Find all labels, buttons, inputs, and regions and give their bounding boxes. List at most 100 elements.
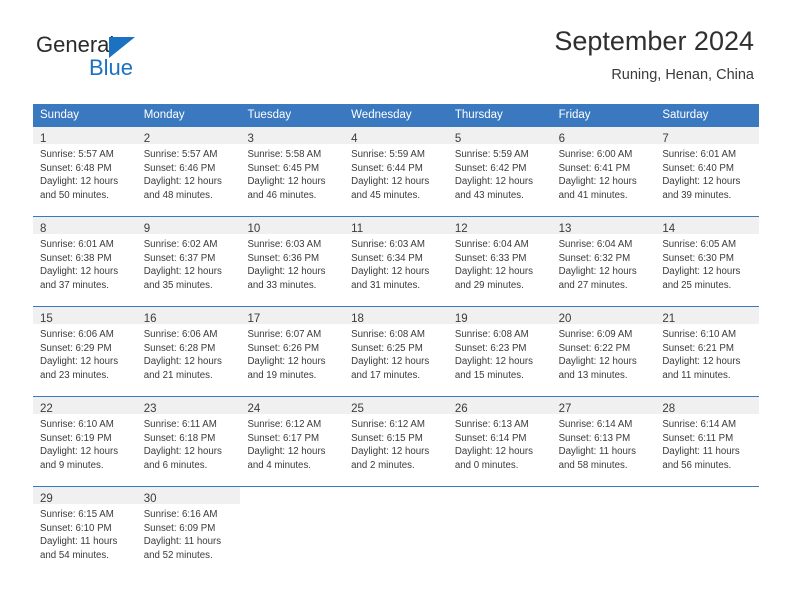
day-detail-line: Sunrise: 6:06 AM — [40, 329, 114, 340]
day-detail-line: Daylight: 12 hours — [247, 266, 326, 278]
day-of-week-header-wednesday: Wednesday — [351, 109, 412, 121]
calendar-day-cell[interactable]: 12 Sunrise: 6:04 AM Sunset: 6:33 PM Dayligh… — [447, 217, 552, 306]
day-detail-line: Sunset: 6:45 PM — [247, 162, 320, 174]
day-detail-line: Sunset: 6:23 PM — [454, 342, 527, 354]
calendar-day-cell[interactable]: 1 Sunrise: 5:57 AM Sunset: 6:48 PM Daylight… — [33, 127, 137, 216]
page-header: General Blue September 2024 Runing, Hena… — [0, 24, 792, 94]
calendar-day-cell[interactable]: 23 Sunrise: 6:11 AM Sunset: 6:18 PM Dayligh… — [136, 397, 241, 486]
calendar-day-cell[interactable]: 19 Sunrise: 6:08 AM Sunset: 6:23 PM Dayligh… — [447, 307, 552, 396]
calendar-day-cell[interactable]: 28 Sunrise: 6:14 AM Sunset: 6:11 PM Dayligh… — [655, 397, 760, 486]
day-details: Sunrise: 6:06 AM Sunset: 6:28 PM Daylight:… — [137, 324, 241, 382]
calendar-week-row: 22 Sunrise: 6:10 AM Sunset: 6:19 PM Dayligh… — [33, 396, 760, 486]
day-detail-line: and 33 minutes. — [247, 279, 317, 291]
day-detail-line: Daylight: 11 hours — [558, 446, 636, 458]
calendar-day-cell-empty — [344, 487, 448, 576]
day-number: 5 — [454, 133, 462, 145]
day-detail-line: and 15 minutes. — [454, 369, 524, 381]
day-detail-line: and 58 minutes. — [558, 459, 628, 471]
calendar-day-cell[interactable]: 27 Sunrise: 6:14 AM Sunset: 6:13 PM Dayligh… — [551, 397, 656, 486]
calendar-day-cell[interactable]: 18 Sunrise: 6:08 AM Sunset: 6:25 PM Dayligh… — [344, 307, 448, 396]
calendar-day-cell[interactable]: 9 Sunrise: 6:02 AM Sunset: 6:37 PM Daylight… — [136, 217, 241, 306]
calendar-page: General Blue September 2024 Runing, Hena… — [0, 0, 792, 612]
calendar-day-cell[interactable]: 21 Sunrise: 6:10 AM Sunset: 6:21 PM Dayligh… — [655, 307, 760, 396]
day-detail-line: Daylight: 12 hours — [351, 176, 430, 188]
calendar-day-cell-empty — [240, 487, 345, 576]
day-detail-line: Sunset: 6:36 PM — [247, 252, 320, 264]
day-details: Sunrise: 6:05 AM Sunset: 6:30 PM Daylight:… — [655, 234, 759, 292]
calendar-day-cell[interactable]: 3 Sunrise: 5:58 AM Sunset: 6:45 PM Daylight… — [240, 127, 345, 216]
day-detail-line: Daylight: 12 hours — [351, 446, 430, 458]
day-detail-line: and 48 minutes. — [143, 189, 213, 201]
day-number-band: 12 — [447, 217, 552, 235]
day-number: 11 — [351, 223, 364, 235]
calendar-day-cell[interactable]: 7 Sunrise: 6:01 AM Sunset: 6:40 PM Daylight… — [655, 127, 760, 216]
calendar-week-row: 15 Sunrise: 6:06 AM Sunset: 6:29 PM Dayligh… — [33, 306, 760, 396]
day-detail-line: and 39 minutes. — [662, 189, 732, 201]
calendar-day-cell[interactable]: 5 Sunrise: 5:59 AM Sunset: 6:42 PM Daylight… — [447, 127, 552, 216]
calendar-day-cell[interactable]: 10 Sunrise: 6:03 AM Sunset: 6:36 PM Dayligh… — [240, 217, 345, 306]
day-detail-line: Sunset: 6:13 PM — [558, 432, 631, 444]
day-details: Sunrise: 5:57 AM Sunset: 6:48 PM Daylight:… — [33, 144, 137, 202]
day-of-week-header-row: Sunday Monday Tuesday Wednesday Thursday Frid… — [33, 104, 759, 127]
calendar-day-cell[interactable]: 2 Sunrise: 5:57 AM Sunset: 6:46 PM Daylight… — [136, 127, 241, 216]
day-number: 18 — [351, 313, 364, 325]
calendar-day-cell[interactable]: 13 Sunrise: 6:04 AM Sunset: 6:32 PM Dayligh… — [551, 217, 656, 306]
day-detail-line: Sunrise: 6:01 AM — [40, 239, 114, 250]
day-of-week-header-saturday: Saturday — [662, 109, 709, 121]
calendar-day-cell[interactable]: 30 Sunrise: 6:16 AM Sunset: 6:09 PM Dayligh… — [136, 487, 241, 576]
calendar-day-cell[interactable]: 15 Sunrise: 6:06 AM Sunset: 6:29 PM Dayligh… — [33, 307, 137, 396]
day-number: 3 — [247, 133, 254, 145]
day-number-band: 8 — [33, 217, 137, 235]
day-detail-line: Sunset: 6:15 PM — [351, 432, 423, 444]
day-detail-line: Sunrise: 5:59 AM — [454, 149, 529, 160]
calendar-day-cell[interactable]: 14 Sunrise: 6:05 AM Sunset: 6:30 PM Dayligh… — [655, 217, 760, 306]
calendar-day-cell[interactable]: 17 Sunrise: 6:07 AM Sunset: 6:26 PM Dayligh… — [240, 307, 345, 396]
calendar-day-cell[interactable]: 4 Sunrise: 5:59 AM Sunset: 6:44 PM Daylight… — [344, 127, 448, 216]
day-number: 26 — [454, 403, 468, 415]
day-detail-line: Sunrise: 6:12 AM — [351, 419, 425, 430]
day-detail-line: Sunrise: 6:14 AM — [662, 419, 737, 430]
day-details: Sunrise: 5:58 AM Sunset: 6:45 PM Daylight:… — [240, 144, 344, 202]
calendar-day-cell[interactable]: 6 Sunrise: 6:00 AM Sunset: 6:41 PM Daylight… — [551, 127, 656, 216]
calendar-day-cell[interactable]: 16 Sunrise: 6:06 AM Sunset: 6:28 PM Dayligh… — [136, 307, 241, 396]
calendar-day-cell[interactable]: 24 Sunrise: 6:12 AM Sunset: 6:17 PM Dayligh… — [240, 397, 345, 486]
day-details: Sunrise: 6:14 AM Sunset: 6:11 PM Daylight:… — [655, 414, 759, 472]
day-detail-line: Daylight: 12 hours — [454, 356, 533, 368]
calendar-day-cell[interactable]: 20 Sunrise: 6:09 AM Sunset: 6:22 PM Dayligh… — [551, 307, 656, 396]
day-number: 25 — [351, 403, 364, 415]
day-details: Sunrise: 6:03 AM Sunset: 6:36 PM Daylight:… — [240, 234, 344, 292]
day-detail-line: Sunrise: 6:12 AM — [247, 419, 322, 430]
day-number-band: 29 — [33, 487, 137, 505]
day-detail-line: and 54 minutes. — [40, 549, 109, 561]
day-number: 9 — [143, 223, 151, 235]
day-detail-line: Sunset: 6:17 PM — [247, 432, 320, 444]
day-number-band: 16 — [136, 307, 241, 325]
day-number-band: 21 — [655, 307, 760, 325]
day-detail-line: Sunrise: 6:16 AM — [143, 509, 218, 520]
day-detail-line: Sunrise: 6:15 AM — [40, 509, 114, 520]
day-detail-line: Sunset: 6:32 PM — [558, 252, 631, 264]
day-detail-line: Daylight: 12 hours — [40, 446, 119, 458]
calendar-day-cell[interactable]: 22 Sunrise: 6:10 AM Sunset: 6:19 PM Dayligh… — [33, 397, 137, 486]
day-detail-line: Daylight: 12 hours — [662, 356, 741, 368]
day-number-band: 10 — [240, 217, 345, 235]
day-details: Sunrise: 6:04 AM Sunset: 6:33 PM Daylight:… — [448, 234, 552, 292]
calendar-day-cell[interactable]: 11 Sunrise: 6:03 AM Sunset: 6:34 PM Dayligh… — [344, 217, 448, 306]
calendar-day-cell[interactable]: 26 Sunrise: 6:13 AM Sunset: 6:14 PM Dayligh… — [447, 397, 552, 486]
general-blue-logo[interactable]: General Blue — [36, 32, 256, 90]
day-detail-line: Sunset: 6:09 PM — [143, 522, 216, 534]
calendar-day-cell[interactable]: 8 Sunrise: 6:01 AM Sunset: 6:38 PM Daylight… — [33, 217, 137, 306]
day-details — [448, 504, 552, 508]
calendar-day-cell[interactable]: 25 Sunrise: 6:12 AM Sunset: 6:15 PM Dayligh… — [344, 397, 448, 486]
day-detail-line: and 46 minutes. — [247, 189, 317, 201]
day-number-band: 11 — [344, 217, 448, 235]
day-number: 10 — [247, 223, 261, 235]
day-number-band: 4 — [344, 127, 448, 145]
day-detail-line: Sunrise: 6:01 AM — [662, 149, 737, 160]
day-number-band — [552, 487, 656, 504]
calendar-day-cell[interactable]: 29 Sunrise: 6:15 AM Sunset: 6:10 PM Dayligh… — [33, 487, 137, 576]
day-detail-line: Daylight: 12 hours — [247, 356, 326, 368]
day-detail-line: Sunrise: 6:08 AM — [351, 329, 425, 340]
day-detail-line: Daylight: 12 hours — [40, 176, 119, 188]
day-detail-line: Daylight: 12 hours — [247, 446, 326, 458]
